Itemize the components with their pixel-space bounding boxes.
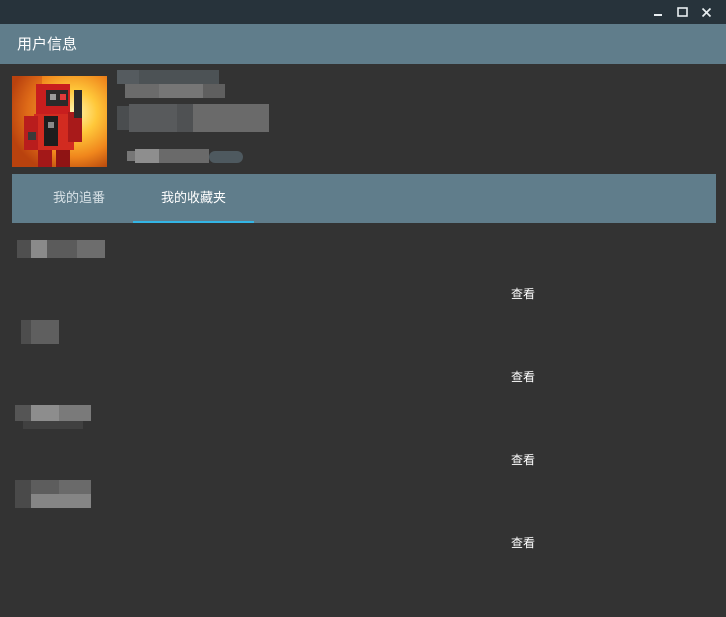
username <box>117 70 277 136</box>
favorite-name <box>15 401 115 429</box>
title-bar: 用户信息 <box>0 24 726 64</box>
close-button[interactable] <box>697 3 715 21</box>
favorite-name <box>15 478 115 508</box>
tab-my-follows[interactable]: 我的追番 <box>36 174 122 223</box>
view-button[interactable]: 查看 <box>500 532 546 554</box>
window-chrome <box>0 0 726 24</box>
tab-my-favorites[interactable]: 我的收藏夹 <box>133 174 254 223</box>
maximize-button[interactable] <box>673 3 691 21</box>
user-info-window: 用户信息 我的追番 我的收藏夹 查看 查看 查看 查看 <box>0 0 726 617</box>
view-button[interactable]: 查看 <box>500 449 546 471</box>
list-item: 查看 <box>0 318 726 400</box>
tab-bar: 我的追番 我的收藏夹 <box>12 174 716 223</box>
minimize-button[interactable] <box>649 3 667 21</box>
list-item: 查看 <box>0 478 726 560</box>
list-item: 查看 <box>0 401 726 483</box>
list-item: 查看 <box>0 236 726 318</box>
view-button[interactable]: 查看 <box>500 366 546 388</box>
avatar-image <box>12 76 107 167</box>
tab-label: 我的追番 <box>52 191 105 206</box>
favorite-name <box>15 236 115 264</box>
window-title: 用户信息 <box>17 35 78 53</box>
tab-label: 我的收藏夹 <box>160 191 226 206</box>
minimize-icon <box>654 14 662 16</box>
close-icon <box>701 7 711 17</box>
favorite-name <box>15 318 115 346</box>
user-sub-info <box>127 145 247 167</box>
view-button[interactable]: 查看 <box>500 283 546 305</box>
avatar[interactable] <box>12 76 107 167</box>
maximize-icon <box>676 6 688 17</box>
active-tab-indicator <box>133 221 254 223</box>
